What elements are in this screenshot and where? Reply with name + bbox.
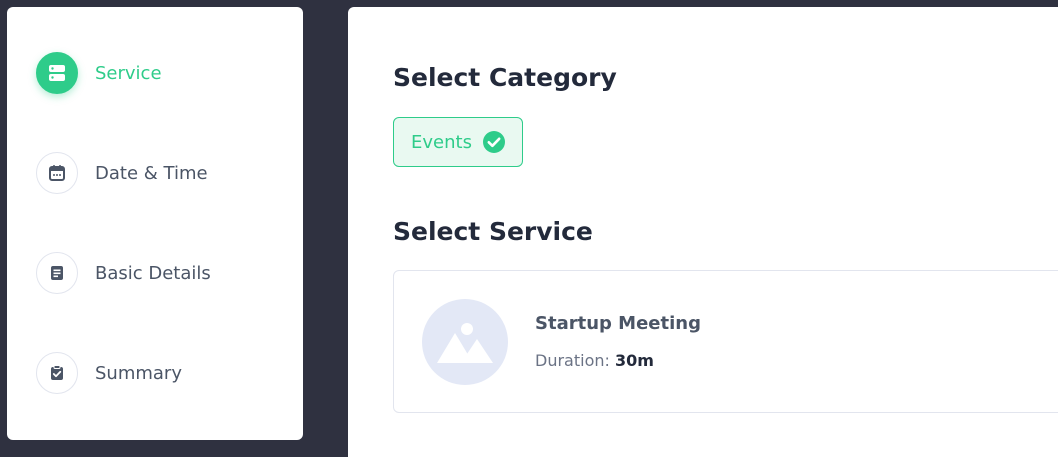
step-label: Basic Details (95, 262, 211, 284)
main-panel: Select Category Events Select Service St… (348, 7, 1058, 457)
step-label: Summary (95, 362, 182, 384)
server-icon (36, 52, 78, 94)
service-heading: Select Service (393, 217, 593, 246)
chip-label: Events (411, 131, 472, 153)
service-duration: Duration: 30m (535, 351, 654, 370)
category-heading: Select Category (393, 63, 617, 92)
service-name: Startup Meeting (535, 313, 701, 334)
step-basic-details[interactable]: Basic Details (36, 251, 286, 295)
service-card[interactable]: Startup Meeting Duration: 30m (393, 270, 1058, 413)
step-label: Service (95, 62, 162, 84)
clipboard-check-icon (36, 352, 78, 394)
duration-value: 30m (614, 351, 654, 370)
image-placeholder-icon (422, 299, 508, 385)
step-summary[interactable]: Summary (36, 351, 286, 395)
step-date-time[interactable]: Date & Time (36, 151, 286, 195)
document-icon (36, 252, 78, 294)
calendar-icon (36, 152, 78, 194)
duration-label: Duration: (535, 351, 610, 370)
steps-sidebar: Service Date & Time Basic Details Summar… (7, 7, 303, 440)
category-chip-events[interactable]: Events (393, 117, 523, 167)
check-circle-icon (482, 130, 506, 154)
step-label: Date & Time (95, 162, 208, 184)
step-service[interactable]: Service (36, 51, 286, 95)
